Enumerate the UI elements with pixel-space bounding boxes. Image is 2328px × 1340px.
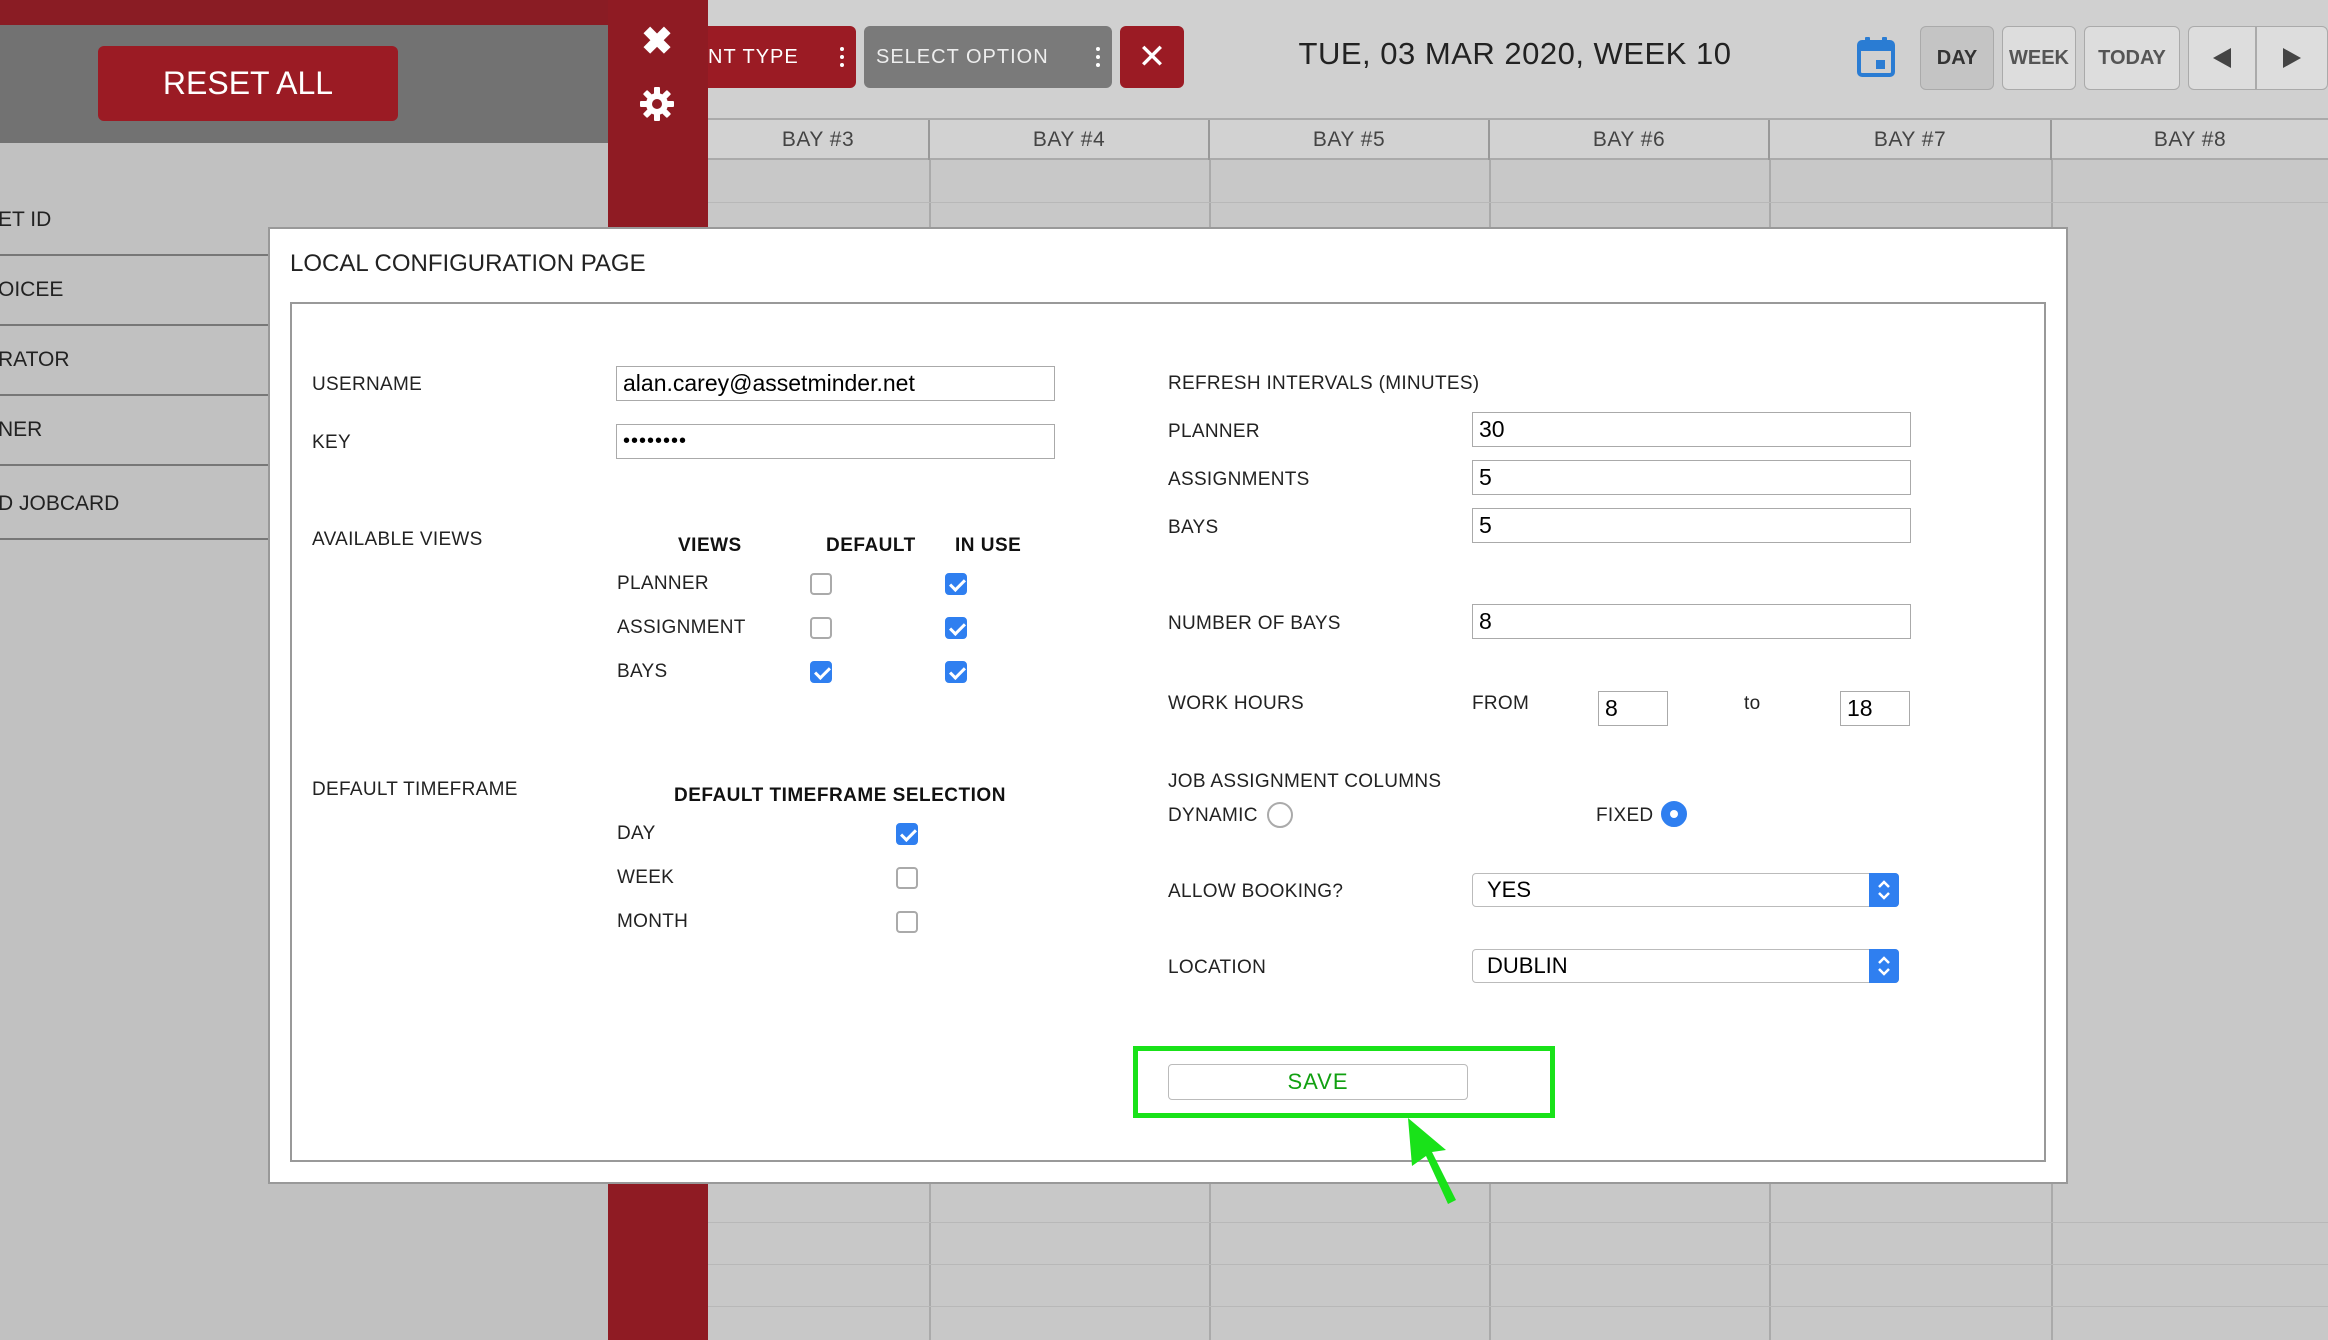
left-list-item-label: NER xyxy=(0,418,43,441)
previous-icon[interactable] xyxy=(2188,26,2256,90)
chevron-updown-icon xyxy=(1869,949,1899,983)
key-field[interactable]: •••••••• xyxy=(616,424,1055,459)
number-of-bays-field[interactable]: 8 xyxy=(1472,604,1911,639)
location-select[interactable]: DUBLIN xyxy=(1472,949,1899,983)
modal-title: LOCAL CONFIGURATION PAGE xyxy=(290,250,646,277)
save-button[interactable]: SAVE xyxy=(1168,1064,1468,1100)
grid-divider xyxy=(708,1306,2328,1307)
timeframe-week-checkbox[interactable] xyxy=(896,867,918,889)
assignments-interval-label: ASSIGNMENTS xyxy=(1168,469,1310,490)
assignment-in-use-checkbox[interactable] xyxy=(945,617,967,639)
left-list-item-label: ET ID xyxy=(0,208,52,231)
job-columns-label: JOB ASSIGNMENT COLUMNS xyxy=(1168,771,1442,792)
grid-divider xyxy=(708,1264,2328,1265)
bays-in-use-checkbox[interactable] xyxy=(945,661,967,683)
bays-default-checkbox[interactable] xyxy=(810,661,832,683)
kebab-icon xyxy=(1096,47,1100,67)
left-list-item-label: OICEE xyxy=(0,278,64,301)
left-list-item[interactable]: RATOR xyxy=(0,326,280,396)
default-header: DEFAULT xyxy=(826,535,916,556)
reset-all-button[interactable]: RESET ALL xyxy=(98,46,398,121)
view-name-label: PLANNER xyxy=(617,573,709,594)
bay-column-header: BAY #6 xyxy=(1490,120,1770,160)
fixed-radio[interactable] xyxy=(1661,801,1687,827)
timeframe-month-checkbox[interactable] xyxy=(896,911,918,933)
week-view-button[interactable]: WEEK xyxy=(2002,26,2076,90)
work-hours-from-field[interactable]: 8 xyxy=(1598,691,1668,726)
allow-booking-select[interactable]: YES xyxy=(1472,873,1899,907)
timeframe-day-label: DAY xyxy=(617,823,656,844)
left-list-item[interactable]: ET ID xyxy=(0,186,280,256)
work-hours-label: WORK HOURS xyxy=(1168,693,1304,714)
current-date-label: TUE, 03 MAR 2020, WEEK 10 xyxy=(1298,36,1732,71)
location-label: LOCATION xyxy=(1168,957,1267,978)
number-of-bays-label: NUMBER OF BAYS xyxy=(1168,613,1341,634)
bay-column-header: BAY #3 xyxy=(708,120,930,160)
bay-column-header: BAY #8 xyxy=(2153,128,2227,151)
dynamic-label: DYNAMIC xyxy=(1168,805,1258,826)
left-list-item[interactable]: NER xyxy=(0,396,280,466)
bays-interval-field[interactable]: 5 xyxy=(1472,508,1911,543)
next-icon[interactable] xyxy=(2256,26,2328,90)
kebab-icon xyxy=(840,47,844,67)
allow-booking-label: ALLOW BOOKING? xyxy=(1168,881,1344,902)
timeframe-day-checkbox[interactable] xyxy=(896,823,918,845)
planner-in-use-checkbox[interactable] xyxy=(945,573,967,595)
refresh-intervals-label: REFRESH INTERVALS (MINUTES) xyxy=(1168,373,1480,394)
planner-default-checkbox[interactable] xyxy=(810,573,832,595)
bays-interval-label: BAYS xyxy=(1168,517,1219,538)
type-filter-dropdown[interactable]: NT TYPE xyxy=(708,26,856,88)
grid-divider xyxy=(708,1222,2328,1223)
bay-column-header: BAY #4 xyxy=(930,120,1210,160)
to-label: to xyxy=(1744,693,1761,714)
bay-column-header: BAY #7 xyxy=(1770,120,2052,160)
from-label: FROM xyxy=(1472,693,1530,714)
views-header: VIEWS xyxy=(678,535,742,556)
grid-divider xyxy=(708,202,2328,203)
calendar-icon[interactable] xyxy=(1856,36,1896,78)
username-label: USERNAME xyxy=(312,374,423,395)
close-panel-icon[interactable]: ✖ xyxy=(637,22,677,62)
available-views-label: AVAILABLE VIEWS xyxy=(312,529,483,550)
assignments-interval-field[interactable]: 5 xyxy=(1472,460,1911,495)
username-field[interactable]: alan.carey@assetminder.net xyxy=(616,366,1055,401)
gear-icon[interactable] xyxy=(637,84,677,124)
select-option-dropdown[interactable]: SELECT OPTION xyxy=(864,26,1112,88)
key-label: KEY xyxy=(312,432,351,453)
chevron-updown-icon xyxy=(1869,873,1899,907)
default-timeframe-label: DEFAULT TIMEFRAME xyxy=(312,779,518,800)
timeframe-month-label: MONTH xyxy=(617,911,689,932)
day-view-button[interactable]: DAY xyxy=(1920,26,1994,90)
bay-column-header: BAY #5 xyxy=(1210,120,1490,160)
assignment-default-checkbox[interactable] xyxy=(810,617,832,639)
left-list-item[interactable]: OICEE xyxy=(0,256,280,326)
view-name-label: ASSIGNMENT xyxy=(617,617,746,638)
clear-filter-button[interactable]: ✕ xyxy=(1120,26,1184,88)
fixed-label: FIXED xyxy=(1596,805,1654,826)
select-option-label: SELECT OPTION xyxy=(876,45,1049,68)
planner-interval-label: PLANNER xyxy=(1168,421,1260,442)
timeframe-header: DEFAULT TIMEFRAME SELECTION xyxy=(674,785,1006,806)
bay-header-row: BAY #3 BAY #4 BAY #5 BAY #6 BAY #7 BAY #… xyxy=(708,118,2328,160)
view-name-label: BAYS xyxy=(617,661,668,682)
left-list-item-label: D JOBCARD xyxy=(0,492,120,515)
in-use-header: IN USE xyxy=(955,535,1022,556)
location-value: DUBLIN xyxy=(1487,953,1568,978)
planner-interval-field[interactable]: 30 xyxy=(1472,412,1911,447)
left-list-item[interactable]: D JOBCARD xyxy=(0,470,280,540)
timeframe-week-label: WEEK xyxy=(617,867,675,888)
allow-booking-value: YES xyxy=(1487,877,1532,902)
left-panel-topbar xyxy=(0,0,608,25)
work-hours-to-field[interactable]: 18 xyxy=(1840,691,1910,726)
pointer-arrow-icon xyxy=(1408,1118,1456,1204)
dynamic-radio[interactable] xyxy=(1267,802,1293,828)
left-list-item-label: RATOR xyxy=(0,348,70,371)
today-button[interactable]: TODAY xyxy=(2084,26,2180,90)
type-filter-label: NT TYPE xyxy=(708,45,799,68)
